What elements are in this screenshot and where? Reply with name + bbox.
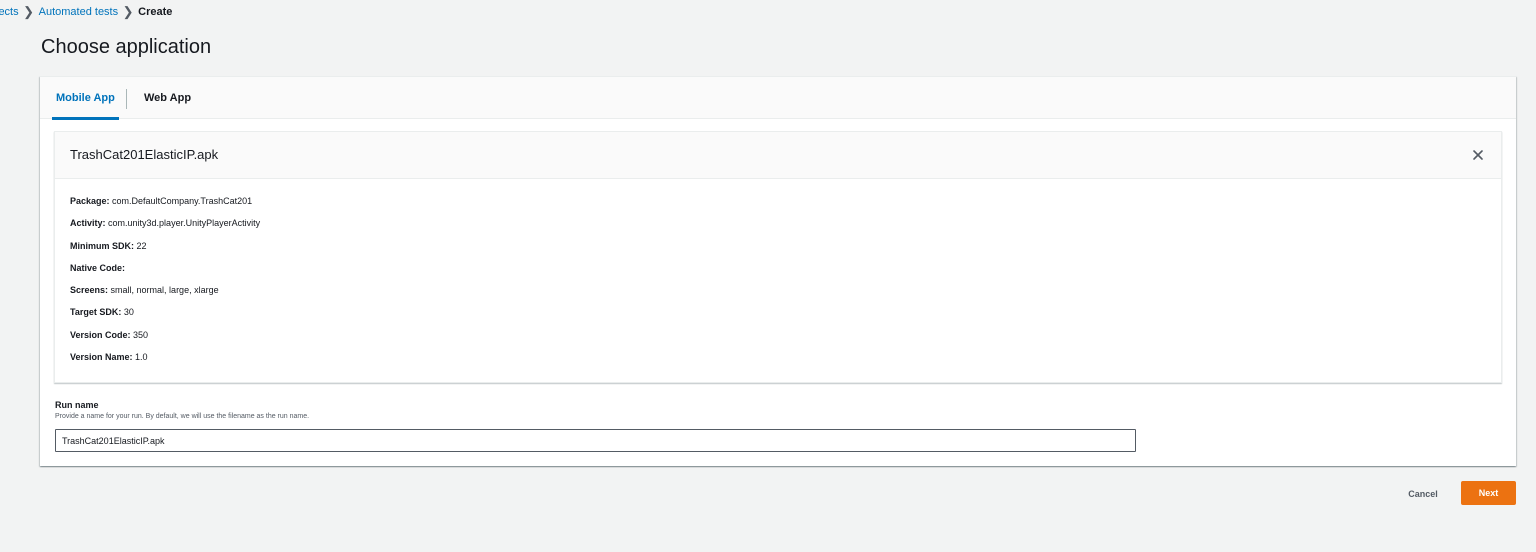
cancel-button[interactable]: Cancel xyxy=(1397,482,1449,506)
page-title: Choose application xyxy=(41,36,212,58)
detail-value: com.unity3d.player.UnityPlayerActivity xyxy=(108,218,261,229)
tab-bar: Mobile App Web App xyxy=(40,77,1516,120)
tab-web-app[interactable]: Web App xyxy=(142,77,193,119)
breadcrumb-automated-tests-link[interactable]: Automated tests xyxy=(39,6,119,18)
detail-value: com.DefaultCompany.TrashCat201 xyxy=(112,196,253,206)
choose-application-panel: Mobile App Web App TrashCat201ElasticIP.… xyxy=(40,76,1516,466)
detail-minimum-sdk: Minimum SDK: 22 xyxy=(70,240,260,262)
detail-value: 22 xyxy=(136,240,147,251)
detail-key: Version Code: xyxy=(70,329,131,340)
run-name-input[interactable] xyxy=(55,429,1136,452)
detail-value: small, normal, large, xlarge xyxy=(110,285,219,296)
detail-value: 1.0 xyxy=(135,352,148,363)
detail-key: Native Code: xyxy=(70,262,126,273)
detail-key: Target SDK: xyxy=(70,307,122,318)
detail-key: Minimum SDK: xyxy=(70,240,134,251)
run-name-description: Provide a name for your run. By default,… xyxy=(55,413,310,420)
detail-version-code: Version Code: 350 xyxy=(70,329,260,351)
detail-target-sdk: Target SDK: 30 xyxy=(70,306,260,328)
detail-screens: Screens: small, normal, large, xlarge xyxy=(70,284,260,306)
breadcrumb: jects ❯ Automated tests ❯ Create xyxy=(0,5,172,19)
detail-package: Package: com.DefaultCompany.TrashCat201 xyxy=(70,195,260,217)
detail-value: 30 xyxy=(123,307,134,318)
breadcrumb-projects-link[interactable]: jects xyxy=(0,6,19,18)
chevron-right-icon: ❯ xyxy=(23,4,35,19)
tab-mobile-app[interactable]: Mobile App xyxy=(52,77,119,120)
detail-key: Screens: xyxy=(70,285,109,296)
detail-value: 350 xyxy=(133,329,149,340)
file-card-header: TrashCat201ElasticIP.apk xyxy=(55,132,1501,179)
detail-native-code: Native Code: xyxy=(70,262,260,284)
detail-key: Package: xyxy=(70,196,110,206)
breadcrumb-current: Create xyxy=(138,6,173,18)
detail-key: Activity: xyxy=(70,218,106,229)
page: jects ❯ Automated tests ❯ Create Choose … xyxy=(0,0,1536,552)
run-name-label: Run name xyxy=(55,400,99,410)
detail-activity: Activity: com.unity3d.player.UnityPlayer… xyxy=(70,217,260,239)
next-button[interactable]: Next xyxy=(1461,481,1516,505)
chevron-right-icon: ❯ xyxy=(122,4,134,19)
file-name: TrashCat201ElasticIP.apk xyxy=(70,147,219,162)
detail-version-name: Version Name: 1.0 xyxy=(70,351,260,373)
close-icon[interactable] xyxy=(1469,146,1487,164)
detail-key: Version Name: xyxy=(70,352,133,363)
app-details: Package: com.DefaultCompany.TrashCat201 … xyxy=(70,195,260,373)
tab-divider xyxy=(126,89,127,109)
uploaded-app-card: TrashCat201ElasticIP.apk Package: com.De… xyxy=(54,131,1502,383)
